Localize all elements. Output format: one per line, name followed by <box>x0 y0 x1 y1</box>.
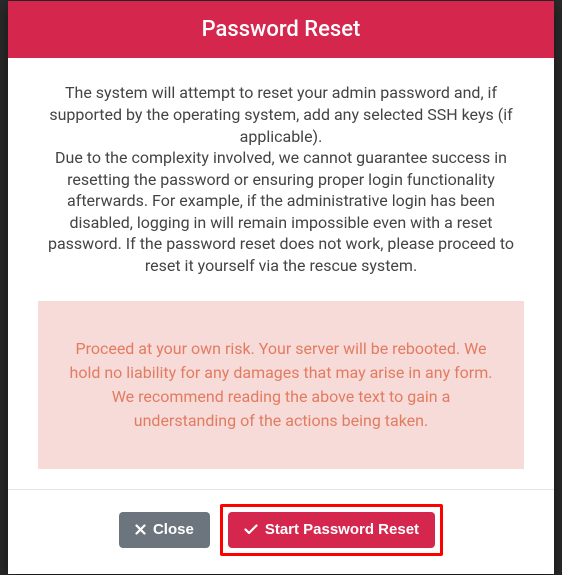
password-reset-modal: Password Reset The system will attempt t… <box>8 1 554 573</box>
close-button-label: Close <box>153 521 194 539</box>
check-icon <box>244 524 258 535</box>
highlight-box: Start Password Reset <box>220 504 443 556</box>
modal-title: Password Reset <box>202 17 361 42</box>
warning-box: Proceed at your own risk. Your server wi… <box>38 301 524 469</box>
modal-footer: Close Start Password Reset <box>8 489 554 574</box>
start-password-reset-label: Start Password Reset <box>265 521 419 539</box>
close-button[interactable]: Close <box>119 512 210 548</box>
info-paragraph-1: The system will attempt to reset your ad… <box>38 82 524 147</box>
close-icon <box>135 524 146 535</box>
modal-header: Password Reset <box>8 1 554 58</box>
start-password-reset-button[interactable]: Start Password Reset <box>228 512 435 548</box>
warning-text: Proceed at your own risk. Your server wi… <box>70 339 493 430</box>
info-paragraph-2: Due to the complexity involved, we canno… <box>38 147 524 277</box>
info-text: The system will attempt to reset your ad… <box>38 82 524 276</box>
modal-body: The system will attempt to reset your ad… <box>8 58 554 488</box>
